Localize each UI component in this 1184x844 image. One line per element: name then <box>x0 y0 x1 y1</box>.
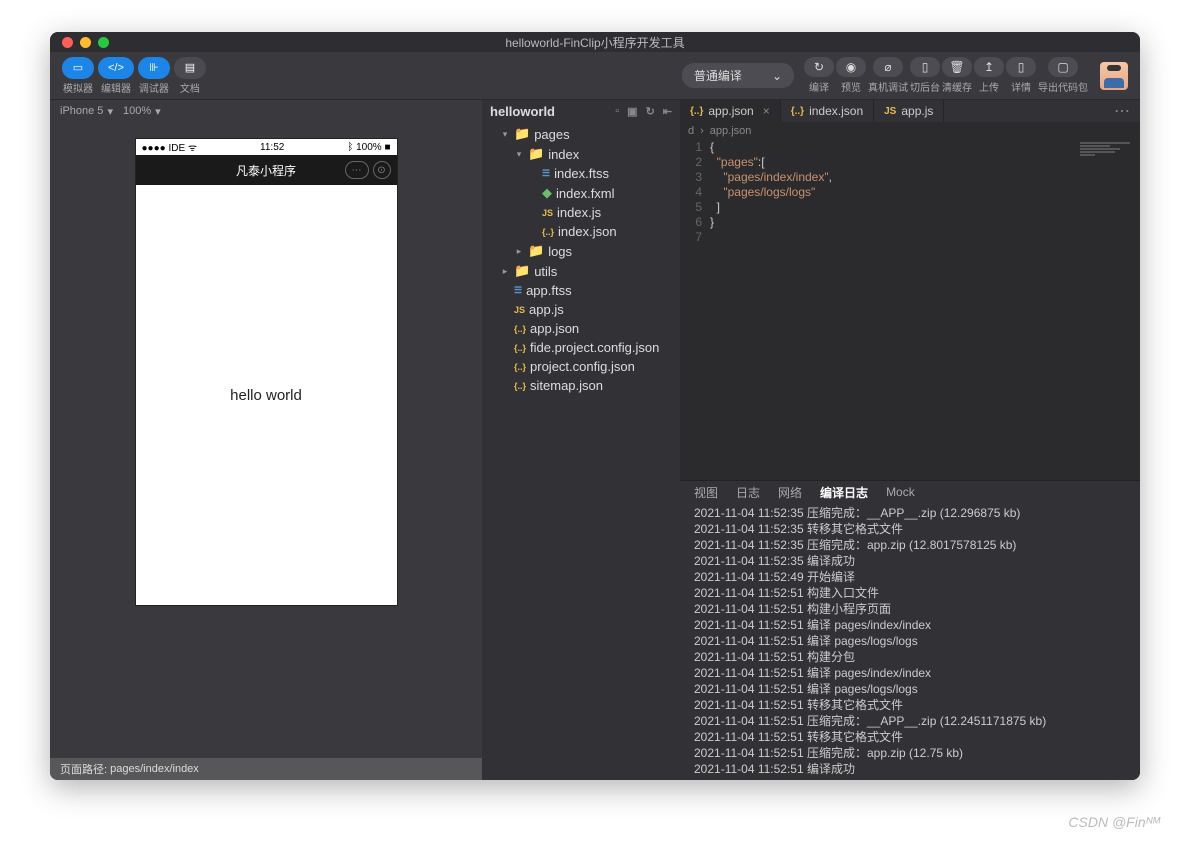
device-select[interactable]: iPhone 5 ▾ <box>60 105 113 118</box>
breadcrumb: d›app.json <box>680 122 1140 140</box>
log-line: 2021-11-04 11:52:35 编译成功 <box>694 553 1126 569</box>
导出代码包-button[interactable]: ▢ <box>1048 57 1078 77</box>
window-close[interactable] <box>62 37 73 48</box>
console-tab-网络[interactable]: 网络 <box>778 484 802 501</box>
editor-pane: {..}app.json×{..}index.jsonJSapp.js ⋯ d›a… <box>680 100 1140 780</box>
folder-logs[interactable]: ▸📁logs <box>482 241 680 261</box>
详情-button[interactable]: ▯ <box>1006 57 1036 77</box>
console-tab-视图[interactable]: 视图 <box>694 484 718 501</box>
console-tab-编译日志[interactable]: 编译日志 <box>820 484 868 501</box>
file-app.js[interactable]: JSapp.js <box>482 300 680 319</box>
minimap[interactable] <box>1080 142 1130 162</box>
log-line: 2021-11-04 11:52:51 构建分包 <box>694 649 1126 665</box>
debug-icon: ⊪ <box>149 61 159 75</box>
user-avatar[interactable] <box>1100 62 1128 90</box>
folder-pages[interactable]: ▾📁pages <box>482 124 680 144</box>
file-explorer: helloworld ▫ ▣ ↻ ⇤ ▾📁pages▾📁index☰index.… <box>482 100 680 780</box>
ide-window: helloworld-FinClip小程序开发工具 ▭模拟器 </>编辑器 ⊪调… <box>50 32 1140 780</box>
zoom-select[interactable]: 100% ▾ <box>123 105 161 118</box>
log-line: 2021-11-04 11:52:51 转移其它格式文件 <box>694 697 1126 713</box>
file-index.json[interactable]: {..}index.json <box>482 222 680 241</box>
folder-index[interactable]: ▾📁index <box>482 144 680 164</box>
log-line: 2021-11-04 11:52:51 转移其它格式文件 <box>694 729 1126 745</box>
tabs-more[interactable]: ⋯ <box>1104 100 1140 122</box>
collapse-icon[interactable]: ⇤ <box>663 105 672 118</box>
tab-app.json[interactable]: {..}app.json× <box>680 100 781 122</box>
window-maximize[interactable] <box>98 37 109 48</box>
refresh-icon[interactable]: ↻ <box>646 105 655 118</box>
log-line: 2021-11-04 11:52:51 构建小程序页面 <box>694 601 1126 617</box>
log-line: 2021-11-04 11:52:51 压缩完成：app.zip (12.75 … <box>694 745 1126 761</box>
project-name: helloworld <box>490 104 555 119</box>
phone-statusbar: ●●●● IDE ᯤ 11:52 ᛒ 100% ■ <box>136 139 397 155</box>
console: 视图 日志 网络 编译日志 Mock 2021-11-04 11:52:35 压缩完成：… <box>680 480 1140 780</box>
doc-icon: ▤ <box>185 61 195 75</box>
console-tab-日志[interactable]: 日志 <box>736 484 760 501</box>
预览-button[interactable]: ◉ <box>836 57 866 77</box>
上传-button[interactable]: ↥ <box>974 57 1004 77</box>
debugger-pill[interactable]: ⊪ <box>138 57 170 79</box>
log-line: 2021-11-04 11:52:51 编译 pages/index/index <box>694 665 1126 681</box>
simulator-pill[interactable]: ▭ <box>62 57 94 79</box>
code-area[interactable]: 1234567 { "pages":[ "pages/index/index",… <box>680 140 1140 480</box>
simulator-footer: 页面路径: pages/index/index <box>50 758 482 780</box>
editor-tabs: {..}app.json×{..}index.jsonJSapp.js ⋯ <box>680 100 1140 122</box>
切后台-button[interactable]: ▯ <box>910 57 940 77</box>
log-line: 2021-11-04 11:52:35 转移其它格式文件 <box>694 521 1126 537</box>
file-index.js[interactable]: JSindex.js <box>482 203 680 222</box>
log-line: 2021-11-04 11:52:51 编译成功 <box>694 761 1126 777</box>
log-line: 2021-11-04 11:52:51 构建入口文件 <box>694 585 1126 601</box>
log-line: 2021-11-04 11:52:51 压缩完成：__APP__.zip (12… <box>694 713 1126 729</box>
file-sitemap.json[interactable]: {..}sitemap.json <box>482 376 680 395</box>
log-line: 2021-11-04 11:52:51 编译 pages/logs/logs <box>694 681 1126 697</box>
phone-content: hello world <box>136 185 397 605</box>
titlebar: helloworld-FinClip小程序开发工具 <box>50 32 1140 52</box>
编译-button[interactable]: ↻ <box>804 57 834 77</box>
file-app.ftss[interactable]: ☰app.ftss <box>482 281 680 300</box>
chevron-down-icon: ▾ <box>155 105 161 118</box>
docs-pill[interactable]: ▤ <box>174 57 206 79</box>
compile-dropdown[interactable]: 普通编译 ⌄ <box>682 63 794 88</box>
capsule-close-icon[interactable]: ⊙ <box>373 161 391 179</box>
phone-frame: ●●●● IDE ᯤ 11:52 ᛒ 100% ■ 凡泰小程序 ⋯ ⊙ hell… <box>135 138 398 606</box>
new-file-icon[interactable]: ▫ <box>615 105 619 118</box>
toolbar: ▭模拟器 </>编辑器 ⊪调试器 ▤文档 普通编译 ⌄ ↻编译◉预览⌀真机调试▯… <box>50 52 1140 100</box>
simulator-pane: iPhone 5 ▾ 100% ▾ ●●●● IDE ᯤ 11:52 ᛒ 100… <box>50 100 482 780</box>
mode-pills: ▭模拟器 </>编辑器 ⊪调试器 ▤文档 <box>62 57 206 95</box>
code-icon: </> <box>108 61 124 75</box>
log-line: 2021-11-04 11:52:51 编译 pages/index/index <box>694 617 1126 633</box>
window-title: helloworld-FinClip小程序开发工具 <box>50 34 1140 51</box>
log-line: 2021-11-04 11:52:35 压缩完成：__APP__.zip (12… <box>694 505 1126 521</box>
file-index.fxml[interactable]: ◆index.fxml <box>482 183 680 203</box>
tab-app.js[interactable]: JSapp.js <box>874 100 944 122</box>
清缓存-button[interactable]: 🗑 <box>942 57 972 77</box>
log-line: 2021-11-04 11:52:51 编译 pages/logs/logs <box>694 633 1126 649</box>
file-index.ftss[interactable]: ☰index.ftss <box>482 164 680 183</box>
window-minimize[interactable] <box>80 37 91 48</box>
log-line: 2021-11-04 11:52:49 开始编译 <box>694 569 1126 585</box>
tab-index.json[interactable]: {..}index.json <box>781 100 874 122</box>
phone-icon: ▭ <box>73 61 83 75</box>
console-tab-Mock[interactable]: Mock <box>886 485 915 499</box>
editor-pill[interactable]: </> <box>98 57 134 79</box>
file-fide.project.config.json[interactable]: {..}fide.project.config.json <box>482 338 680 357</box>
chevron-down-icon: ▾ <box>107 105 113 118</box>
watermark: CSDN @Finᴺᴹ <box>1068 814 1160 830</box>
phone-appbar: 凡泰小程序 ⋯ ⊙ <box>136 155 397 185</box>
file-app.json[interactable]: {..}app.json <box>482 319 680 338</box>
真机调试-button[interactable]: ⌀ <box>873 57 903 77</box>
close-icon[interactable]: × <box>763 104 770 118</box>
new-folder-icon[interactable]: ▣ <box>627 105 637 118</box>
file-project.config.json[interactable]: {..}project.config.json <box>482 357 680 376</box>
capsule-menu-icon[interactable]: ⋯ <box>345 161 369 179</box>
log-line: 2021-11-04 11:52:35 压缩完成：app.zip (12.801… <box>694 537 1126 553</box>
folder-utils[interactable]: ▸📁utils <box>482 261 680 281</box>
chevron-down-icon: ⌄ <box>772 69 782 83</box>
